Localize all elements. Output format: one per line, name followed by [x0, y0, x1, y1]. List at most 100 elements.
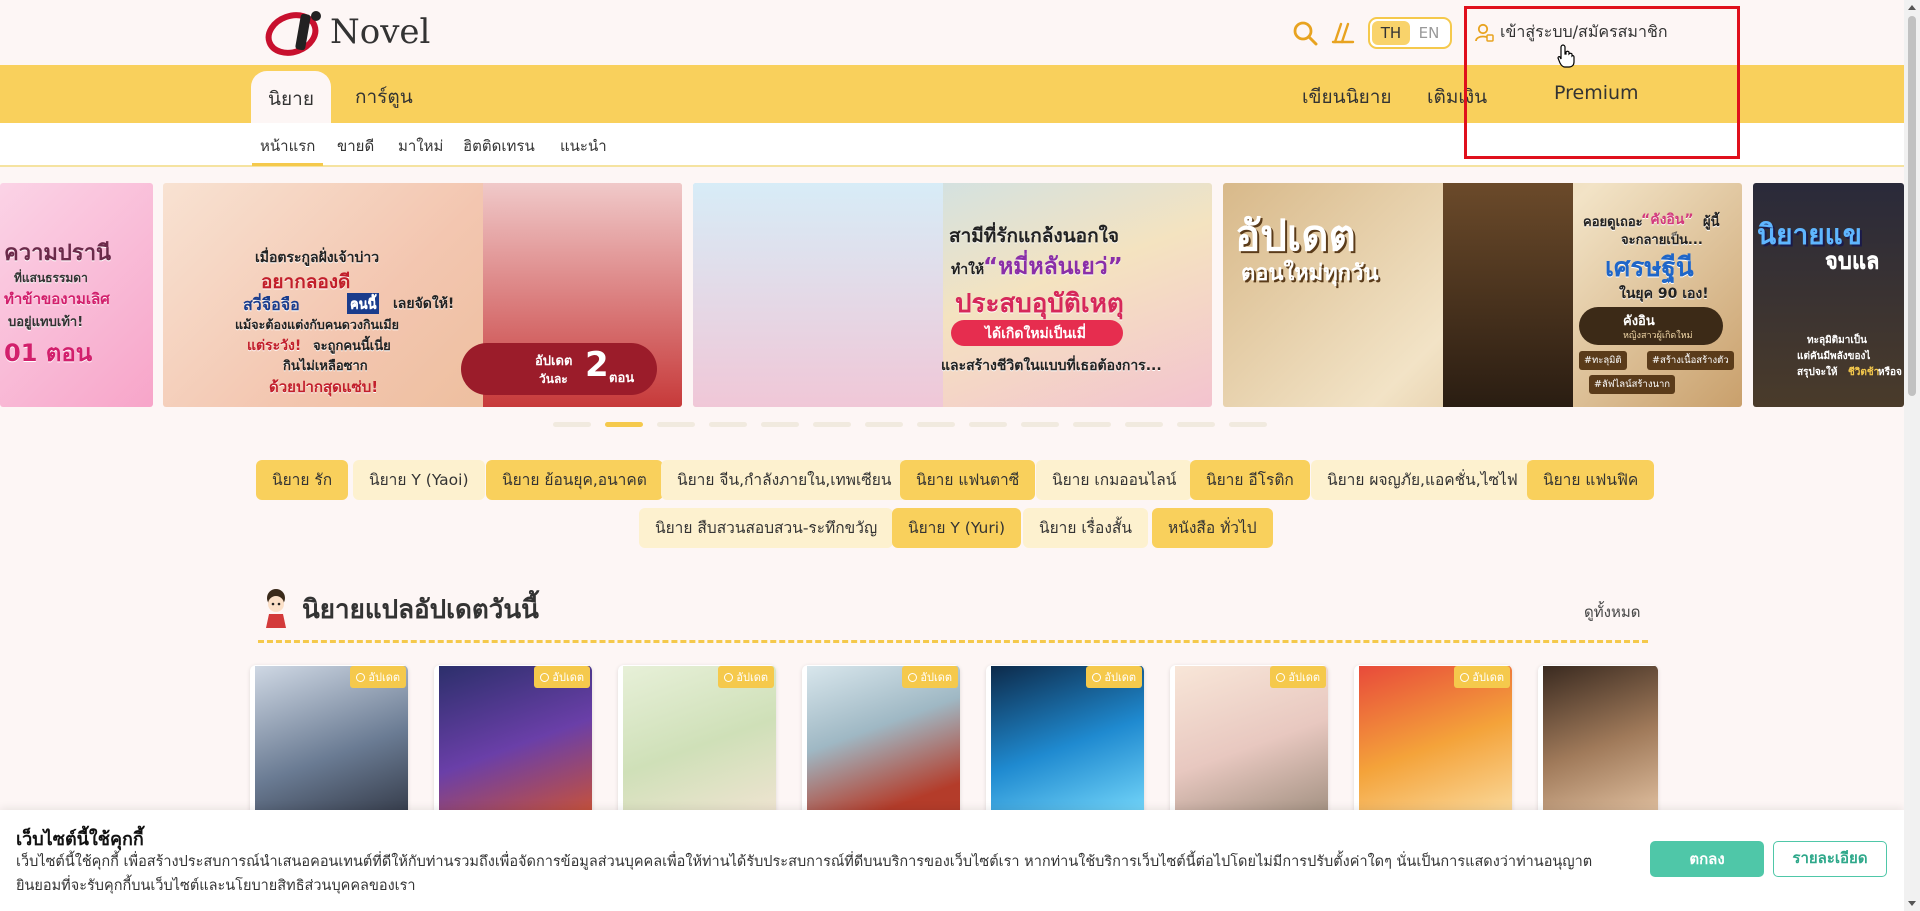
- banner-line: ในยุค 90 เอง!: [1619, 286, 1709, 302]
- update-badge: อัปเดต: [1454, 666, 1510, 688]
- topup-link[interactable]: เติมเงิน: [1427, 82, 1487, 112]
- mouse-cursor-icon: [1557, 44, 1575, 68]
- genre-chip-general-books[interactable]: หนังสือ ทั่วไป: [1152, 508, 1273, 548]
- update-badge-label: อัปเดต: [552, 671, 584, 684]
- banner-slide-2[interactable]: สามีที่รักแกล้งนอกใจ ทำให้ “หมี่หลันเยว่…: [693, 183, 1212, 407]
- check-icon: [356, 672, 366, 682]
- genre-chip-yaoi[interactable]: นิยาย Y (Yaoi): [353, 460, 485, 500]
- tab-novel[interactable]: นิยาย: [251, 71, 331, 123]
- banner-character-art: [1443, 183, 1573, 407]
- banner-line: #สร้างเนื้อสร้างตัว: [1647, 351, 1734, 370]
- see-all-link[interactable]: ดูทั้งหมด: [1584, 600, 1640, 624]
- carousel-dot[interactable]: [813, 422, 851, 427]
- book-cover: [255, 666, 408, 825]
- banner-slide-0[interactable]: ความปรานี ที่แสนธรรมดา ทำข้าของามเลิศ บอ…: [0, 183, 153, 407]
- scroll-up-arrow-icon[interactable]: [1908, 4, 1916, 12]
- book-card[interactable]: อัปเดต: [250, 665, 408, 825]
- check-icon: [724, 672, 734, 682]
- book-card[interactable]: อัปเดต: [618, 665, 776, 825]
- carousel-dot[interactable]: [1073, 422, 1111, 427]
- top-header: Novel TH EN เข้าสู่ระบบ/สมัครสมาชิก: [0, 0, 1904, 65]
- carousel-dot[interactable]: [1229, 422, 1267, 427]
- carousel-dot[interactable]: [1125, 422, 1163, 427]
- carousel-dot[interactable]: [1177, 422, 1215, 427]
- carousel-dot[interactable]: [553, 422, 591, 427]
- site-logo[interactable]: Novel: [262, 8, 430, 56]
- book-card[interactable]: อัปเดต: [434, 665, 592, 825]
- book-card[interactable]: อัปเดต: [802, 665, 960, 825]
- carousel-dot[interactable]: [865, 422, 903, 427]
- subnav-home[interactable]: หน้าแรก: [260, 134, 315, 158]
- genre-chip-fantasy[interactable]: นิยาย แฟนตาซี: [900, 460, 1036, 500]
- subnav-trending[interactable]: ฮิตติดเทรน: [463, 134, 535, 158]
- banner-line: เศรษฐีนี: [1605, 253, 1694, 283]
- write-novel-link[interactable]: เขียนนิยาย: [1302, 82, 1392, 112]
- subnav-recommended[interactable]: แนะนำ: [560, 134, 607, 158]
- book-card[interactable]: [1538, 665, 1658, 825]
- cookie-title: เว็บไซต์นี้ใช้คุกกี้: [16, 829, 144, 850]
- genre-chip-short-story[interactable]: นิยาย เรื่องสั้น: [1023, 508, 1148, 548]
- banner-line: ด้วยปากสุดแซ่บ!: [269, 378, 379, 396]
- genre-chip-erotic[interactable]: นิยาย อีโรติก: [1190, 460, 1310, 500]
- carousel-dot-active[interactable]: [605, 422, 643, 427]
- update-badge-label: อัปเดต: [1472, 671, 1504, 684]
- ranking-icon[interactable]: [1331, 20, 1355, 44]
- banner-line: สรุปจะให้: [1797, 367, 1838, 378]
- premium-link[interactable]: Premium: [1554, 82, 1639, 104]
- banner-line: ตอนใหม่ทุกวัน: [1241, 261, 1379, 286]
- check-icon: [908, 672, 918, 682]
- genre-chip-adventure[interactable]: นิยาย ผจญภัย,แอคชั่น,ไซไฟ: [1311, 460, 1534, 500]
- banner-line: 01 ตอน: [4, 339, 93, 367]
- book-card[interactable]: อัปเดต: [1354, 665, 1512, 825]
- search-icon[interactable]: [1292, 20, 1318, 46]
- genre-chip-thriller[interactable]: นิยาย สืบสวนสอบสวน-ระทึกขวัญ: [639, 508, 894, 548]
- banner-line: ได้เกิดใหม่เป็นเมี่: [985, 326, 1087, 342]
- banner-character-tag: คังอิน หญิงสาวผู้เกิดใหม่: [1579, 307, 1723, 345]
- lang-th-button[interactable]: TH: [1372, 21, 1410, 45]
- genre-chip-chinese[interactable]: นิยาย จีน,กำลังภายใน,เทพเซียน: [661, 460, 908, 500]
- check-icon: [1092, 672, 1102, 682]
- banner-slide-4[interactable]: นิยายแข จบแล ทะลุมิติมาเป็น แต่คันมีพลัง…: [1753, 183, 1904, 407]
- carousel-dot[interactable]: [761, 422, 799, 427]
- banner-pill: ได้เกิดใหม่เป็นเมี่: [951, 320, 1123, 346]
- genre-chip-historical[interactable]: นิยาย ย้อนยุค,อนาคต: [486, 460, 663, 500]
- banner-line: แต่ระวัง!: [247, 338, 302, 354]
- scrollbar-thumb[interactable]: [1908, 16, 1916, 396]
- carousel-dot[interactable]: [709, 422, 747, 427]
- book-cover: [1543, 666, 1658, 825]
- banner-line: แต่คันมีพลังของไ: [1797, 351, 1871, 362]
- sub-nav: หน้าแรก ขายดี มาใหม่ ฮิตติดเทรน แนะนำ: [0, 123, 1904, 167]
- genre-chip-yuri[interactable]: นิยาย Y (Yuri): [892, 508, 1022, 548]
- tab-cartoon[interactable]: การ์ตูน: [355, 82, 413, 112]
- login-register-link[interactable]: เข้าสู่ระบบ/สมัครสมาชิก: [1474, 20, 1668, 45]
- genre-chip-online-game[interactable]: นิยาย เกมออนไลน์: [1036, 460, 1193, 500]
- banner-slide-1[interactable]: เมื่อตระกูลฝั่งเจ้าบ่าว อยากลองดี สวี่จื…: [163, 183, 682, 407]
- carousel-dot[interactable]: [657, 422, 695, 427]
- update-badge-label: อัปเดต: [1104, 671, 1136, 684]
- book-card[interactable]: อัปเดต: [986, 665, 1144, 825]
- banner-line: 2: [585, 345, 609, 385]
- lang-en-button[interactable]: EN: [1410, 21, 1448, 45]
- language-switch[interactable]: TH EN: [1368, 17, 1452, 49]
- banner-line: ประสบอุบัติเหตุ: [955, 289, 1124, 319]
- subnav-new[interactable]: มาใหม่: [398, 134, 443, 158]
- cookie-accept-button[interactable]: ตกลง: [1650, 841, 1764, 877]
- subnav-bestseller[interactable]: ขายดี: [337, 134, 374, 158]
- banner-line: วันละ: [539, 372, 568, 386]
- carousel-dot[interactable]: [1021, 422, 1059, 427]
- carousel-dot[interactable]: [969, 422, 1007, 427]
- update-badge-label: อัปเดต: [736, 671, 768, 684]
- banner-slide-3[interactable]: อัปเดต ตอนใหม่ทุกวัน คอยดูเถอะ “คังอิน” …: [1223, 183, 1742, 407]
- banner-character-art: [693, 183, 943, 407]
- scroll-down-arrow-icon[interactable]: [1908, 899, 1916, 907]
- genre-chip-fanfic[interactable]: นิยาย แฟนฟิค: [1527, 460, 1655, 500]
- main-nav: นิยาย การ์ตูน เขียนนิยาย เติมเงิน ดง Pre…: [0, 65, 1904, 123]
- banner-line: คนนี้: [347, 293, 380, 314]
- banner-line: “คังอิน”: [1641, 212, 1694, 228]
- login-label: เข้าสู่ระบบ/สมัครสมาชิก: [1500, 22, 1668, 41]
- carousel-dot[interactable]: [917, 422, 955, 427]
- book-card[interactable]: อัปเดต: [1170, 665, 1328, 825]
- banner-line: หรือจ: [1878, 367, 1902, 378]
- genre-chip-romance[interactable]: นิยาย รัก: [256, 460, 349, 500]
- cookie-details-button[interactable]: รายละเอียด: [1773, 841, 1887, 877]
